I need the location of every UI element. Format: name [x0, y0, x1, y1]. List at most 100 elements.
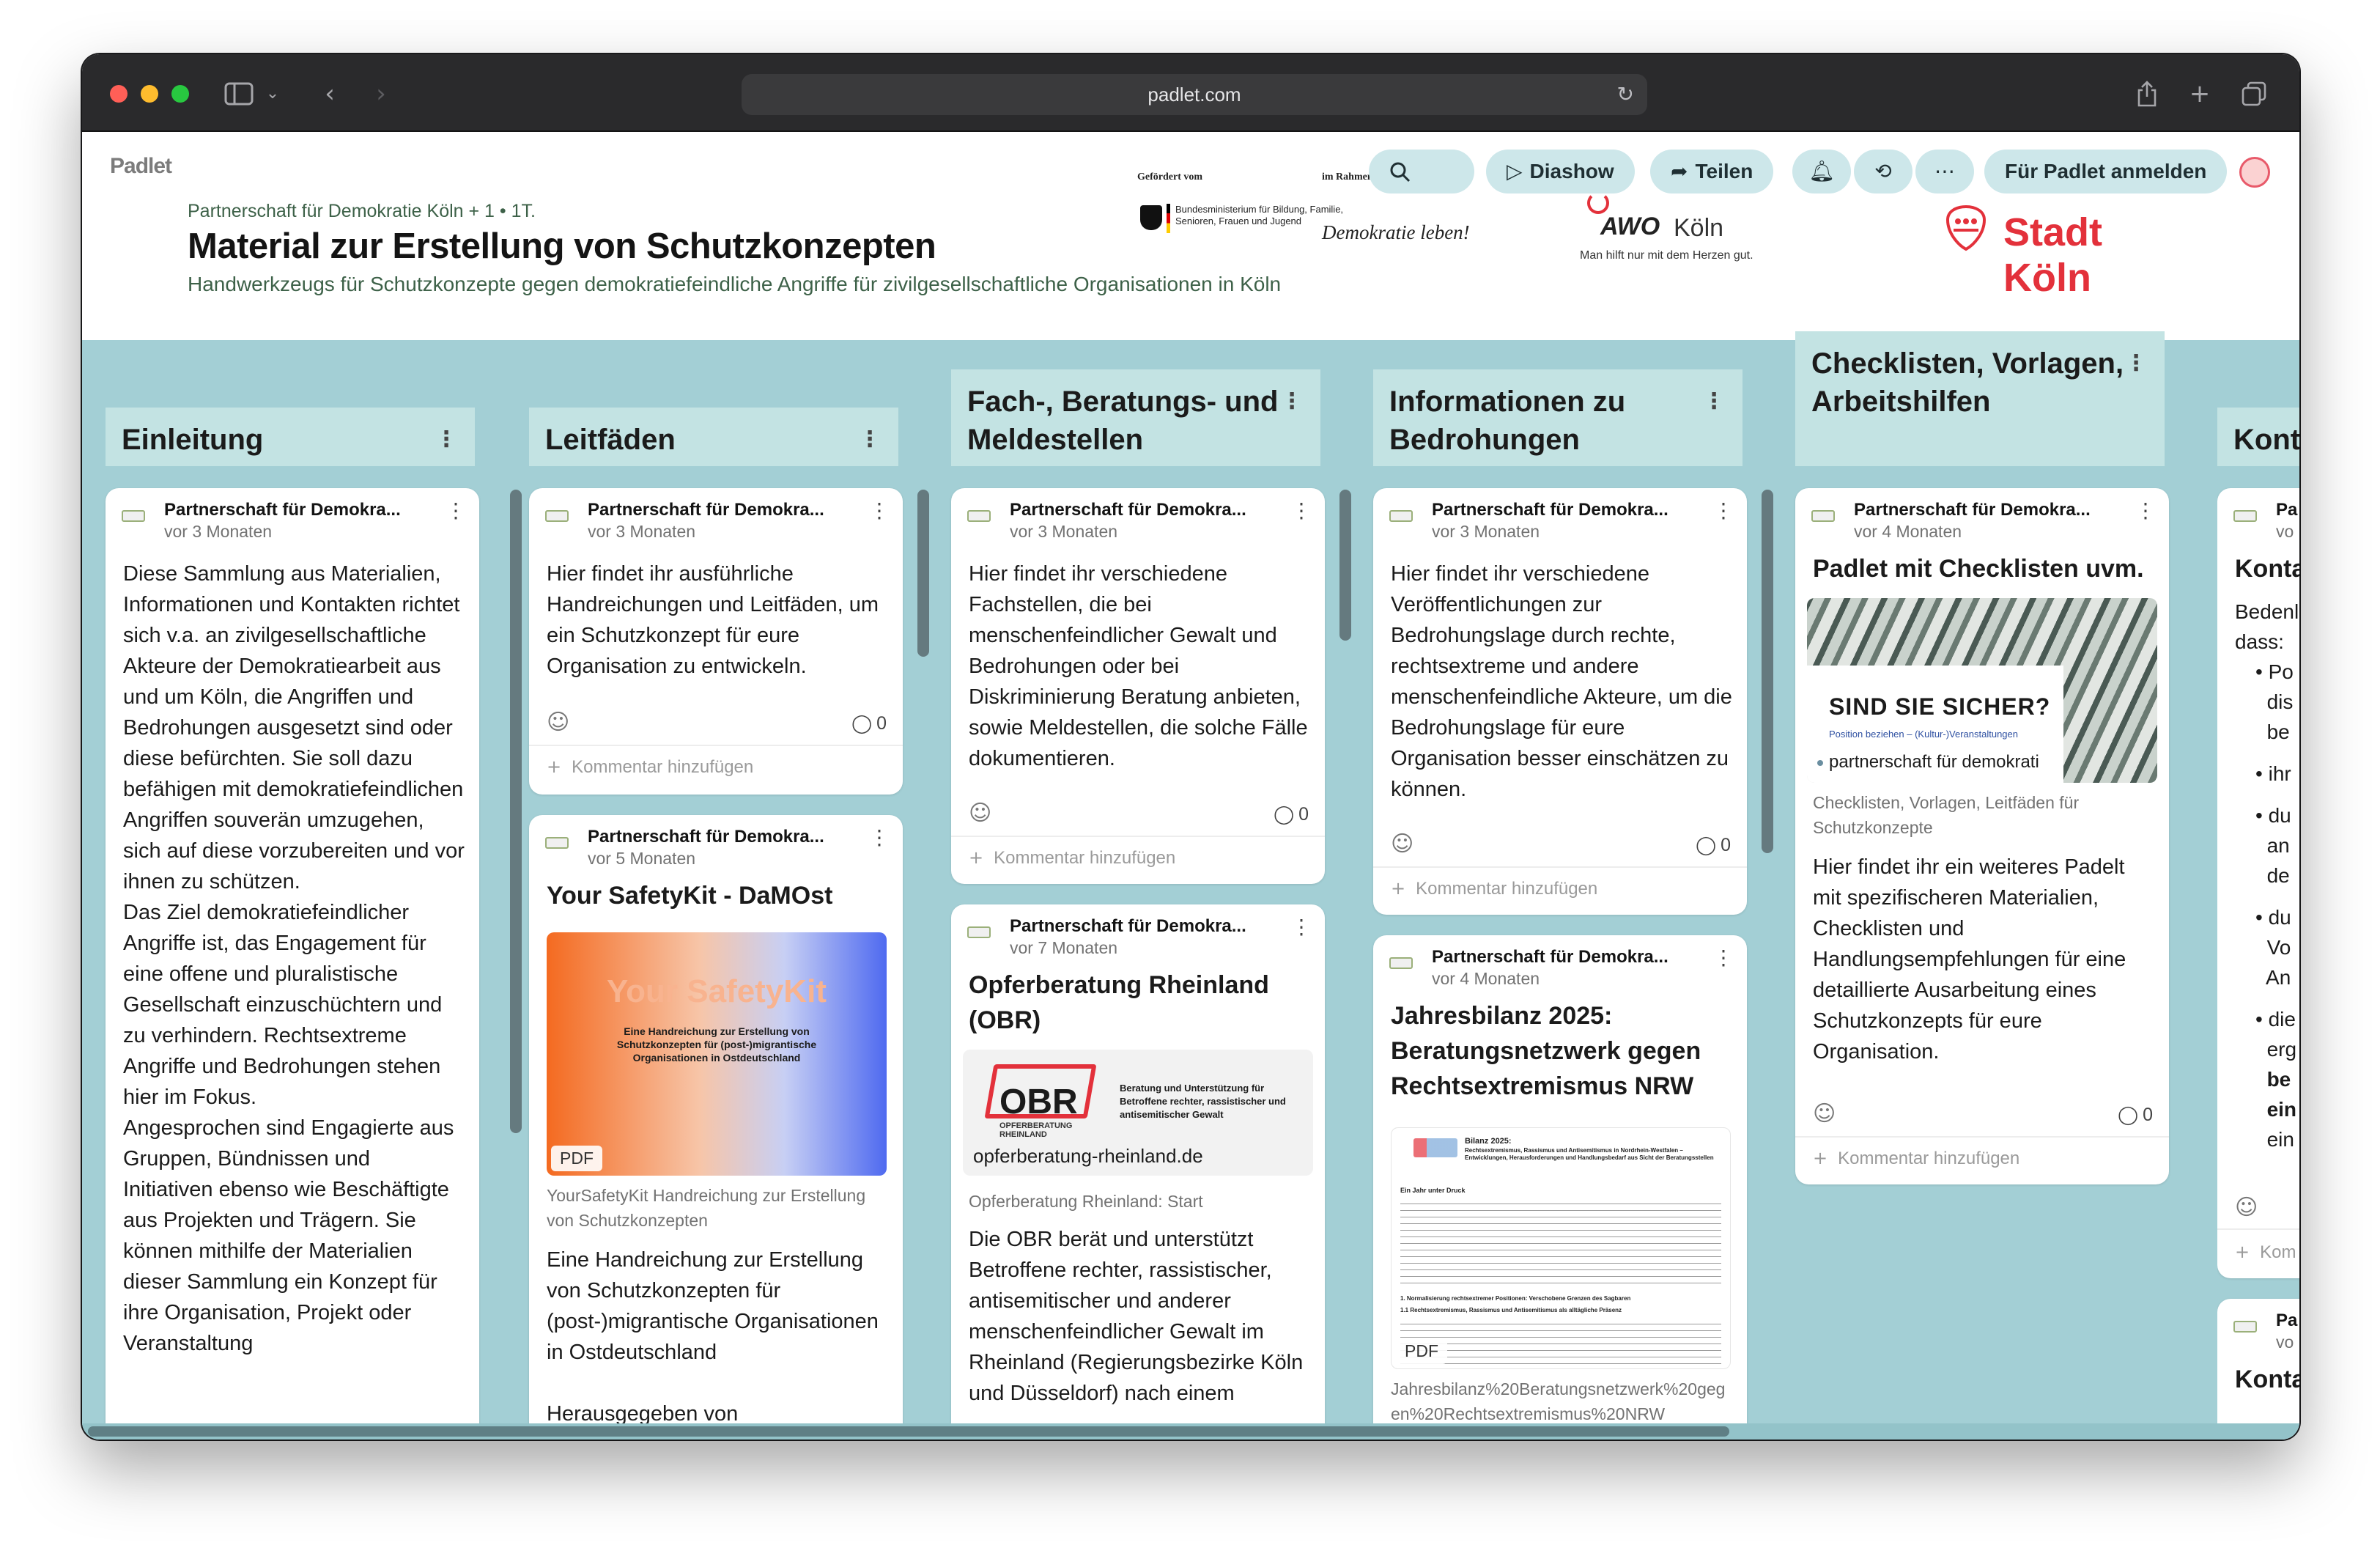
slideshow-button[interactable]: ▷ Diashow — [1486, 150, 1635, 194]
attachment-thumbnail[interactable]: Bilanz 2025: Rechtsextremismus, Rassismu… — [1391, 1127, 1731, 1369]
stadt-koeln-crest-icon — [1942, 204, 1990, 252]
list-item: • die — [2255, 1008, 2296, 1031]
column-scrollbar[interactable] — [1339, 490, 1351, 641]
post-menu-icon[interactable]: ⋮ — [869, 498, 890, 523]
post-menu-icon[interactable]: ⋮ — [869, 825, 890, 849]
post-card[interactable]: Partnerschaft für Demokra... vor 5 Monat… — [529, 815, 903, 1440]
more-button[interactable]: ⋯ — [1915, 150, 1974, 194]
column-header: Checklisten, Vorlagen, Arbeitshilfen ⋮ — [1795, 331, 2165, 466]
column-title: Einleitung — [122, 424, 264, 456]
link-thumbnail[interactable]: SIND SIE SICHER? Position beziehen – (Ku… — [1807, 598, 2157, 783]
column-scrollbar[interactable] — [1762, 490, 1773, 853]
column-menu-icon[interactable]: ⋮ — [1281, 383, 1303, 421]
post-card[interactable]: Partnerschaft für Demokra... vor 3 Monat… — [951, 488, 1325, 884]
comment-count[interactable]: ◯ 0 — [1274, 803, 1309, 825]
horizontal-scrollbar[interactable] — [82, 1423, 2299, 1440]
post-card[interactable]: Partnerschaft für Demokra... vor 4 Monat… — [1373, 935, 1747, 1440]
tab-overview-icon[interactable] — [2236, 76, 2272, 111]
minimize-window-button[interactable] — [141, 85, 158, 103]
add-comment-button[interactable]: + Kommentar hinzufügen — [969, 847, 1175, 869]
breadcrumb[interactable]: Partnerschaft für Demokratie Köln + 1 • … — [188, 201, 536, 222]
comment-count[interactable]: ◯ 0 — [851, 712, 887, 734]
doc-title: Bilanz 2025: — [1465, 1137, 1512, 1146]
add-comment-button[interactable]: + Kommentar hinzufügen — [547, 756, 753, 778]
notifications-button[interactable]: 🔔︎ — [1792, 150, 1851, 194]
add-comment-button[interactable]: + Kommentar hinzufügen — [1391, 878, 1597, 899]
post-menu-icon[interactable]: ⋮ — [1291, 498, 1312, 523]
post-card[interactable]: Partnerschaft für Demokra... vor 4 Monat… — [1795, 488, 2169, 1184]
post-menu-icon[interactable]: ⋮ — [1291, 915, 1312, 939]
add-reaction-icon[interactable]: ☺ — [2235, 1195, 2258, 1220]
author-avatar — [1389, 510, 1413, 522]
attachment-thumbnail[interactable]: Your SafetyKit Eine Handreichung zur Ers… — [547, 932, 887, 1176]
address-bar[interactable]: padlet.com ↻ — [742, 74, 1647, 115]
close-window-button[interactable] — [110, 85, 128, 103]
post-author: Partnerschaft für Demokra... — [588, 827, 824, 847]
list-item: • du — [2255, 906, 2291, 929]
comment-count[interactable]: ◯ 0 — [2118, 1104, 2153, 1126]
post-menu-icon[interactable]: ⋮ — [446, 498, 466, 523]
add-reaction-icon[interactable]: ☺ — [969, 800, 991, 826]
post-text: Hier findet ihr ausführliche Handreichun… — [547, 562, 879, 678]
column-scrollbar[interactable] — [917, 490, 929, 657]
add-reaction-icon[interactable]: ☺ — [1391, 831, 1413, 857]
post-time: vo — [2276, 1333, 2294, 1352]
doc-heading: 1.1 Rechtsextremismus, Rassismus und Ant… — [1400, 1307, 1622, 1313]
reload-icon[interactable]: ↻ — [1617, 74, 1634, 115]
column-menu-icon[interactable]: ⋮ — [2125, 344, 2147, 383]
post-card[interactable]: Pa vo Konta — [2217, 1299, 2299, 1440]
add-comment-button[interactable]: + Kom — [2235, 1242, 2296, 1263]
link-title: Checklisten, Vorlagen, Leitfäden für Sch… — [1813, 793, 2080, 837]
padlet-logo[interactable]: Padlet — [110, 154, 172, 179]
post-menu-icon[interactable]: ⋮ — [1713, 498, 1734, 523]
login-button[interactable]: Für Padlet anmelden — [1984, 150, 2228, 194]
author-avatar — [545, 510, 569, 522]
post-time: vor 5 Monaten — [588, 849, 696, 868]
scrollbar-thumb[interactable] — [88, 1426, 1729, 1437]
awo-koeln: Köln — [1674, 214, 1724, 242]
column-menu-icon[interactable]: ⋮ — [1703, 383, 1725, 421]
remake-button[interactable]: ⟲ — [1854, 150, 1912, 194]
post-text: Hier findet ihr verschiedene Veröffentli… — [1391, 562, 1732, 801]
comment-count[interactable]: ◯ 0 — [1696, 834, 1731, 856]
doc-subtitle: Rechtsextremismus, Rassismus und Antisem… — [1465, 1147, 1714, 1161]
post-card[interactable]: Partnerschaft für Demokra... vor 3 Monat… — [106, 488, 479, 1440]
search-button[interactable] — [1369, 150, 1474, 194]
new-tab-icon[interactable]: + — [2182, 76, 2217, 111]
slideshow-label: Diashow — [1529, 160, 1614, 183]
post-card[interactable]: Pa vo Konta Bedenl dass: • Po dis be • i… — [2217, 488, 2299, 1278]
thumbnail-subtitle: Eine Handreichung zur Erstellung von Sch… — [616, 1025, 817, 1064]
share-icon[interactable] — [2129, 76, 2165, 111]
post-menu-icon[interactable]: ⋮ — [1713, 946, 1734, 970]
add-reaction-icon[interactable]: ☺ — [547, 710, 569, 735]
post-card[interactable]: Partnerschaft für Demokra... vor 7 Monat… — [951, 904, 1325, 1440]
column-menu-icon[interactable]: ⋮ — [435, 421, 457, 459]
column-kontakte: Kont Pa vo Konta Bedenl dass: • Po dis b… — [2217, 133, 2299, 1440]
share-button[interactable]: ➦ Teilen — [1650, 150, 1774, 194]
padlet-page: Padlet Partnerschaft für Demokratie Köln… — [82, 133, 2299, 1440]
chevron-down-icon[interactable]: ⌄ — [255, 76, 290, 111]
post-author: Partnerschaft für Demokra... — [1010, 916, 1246, 936]
post-card[interactable]: Partnerschaft für Demokra... vor 3 Monat… — [529, 488, 903, 795]
thumbnail-author: partnerschaft für demokrati — [1817, 752, 2059, 773]
post-author: Partnerschaft für Demokra... — [1432, 947, 1668, 967]
add-comment-button[interactable]: + Kommentar hinzufügen — [1813, 1148, 2019, 1169]
plus-icon: + — [547, 756, 562, 777]
comment-icon: ◯ — [1696, 834, 1717, 855]
column-menu-icon[interactable]: ⋮ — [859, 421, 881, 459]
flag-stripe — [1167, 204, 1170, 233]
link-preview[interactable]: OBR OPFERBERATUNG RHEINLAND Beratung und… — [963, 1050, 1313, 1176]
doc-text-lines — [1400, 1200, 1721, 1286]
share-label: Teilen — [1695, 160, 1753, 183]
post-card[interactable]: Partnerschaft für Demokra... vor 3 Monat… — [1373, 488, 1747, 915]
list-item: • Po — [2255, 660, 2294, 683]
doc-logo-icon — [1413, 1138, 1457, 1157]
forward-icon[interactable]: › — [363, 76, 399, 111]
post-menu-icon[interactable]: ⋮ — [2135, 498, 2156, 523]
post-text: Eine Handreichung zur Erstellung von Sch… — [547, 1248, 879, 1364]
sidebar-icon[interactable] — [221, 76, 256, 111]
column-scrollbar[interactable] — [510, 490, 522, 1133]
zoom-window-button[interactable] — [171, 85, 189, 103]
add-reaction-icon[interactable]: ☺ — [1813, 1101, 1836, 1127]
back-icon[interactable]: ‹ — [312, 76, 347, 111]
